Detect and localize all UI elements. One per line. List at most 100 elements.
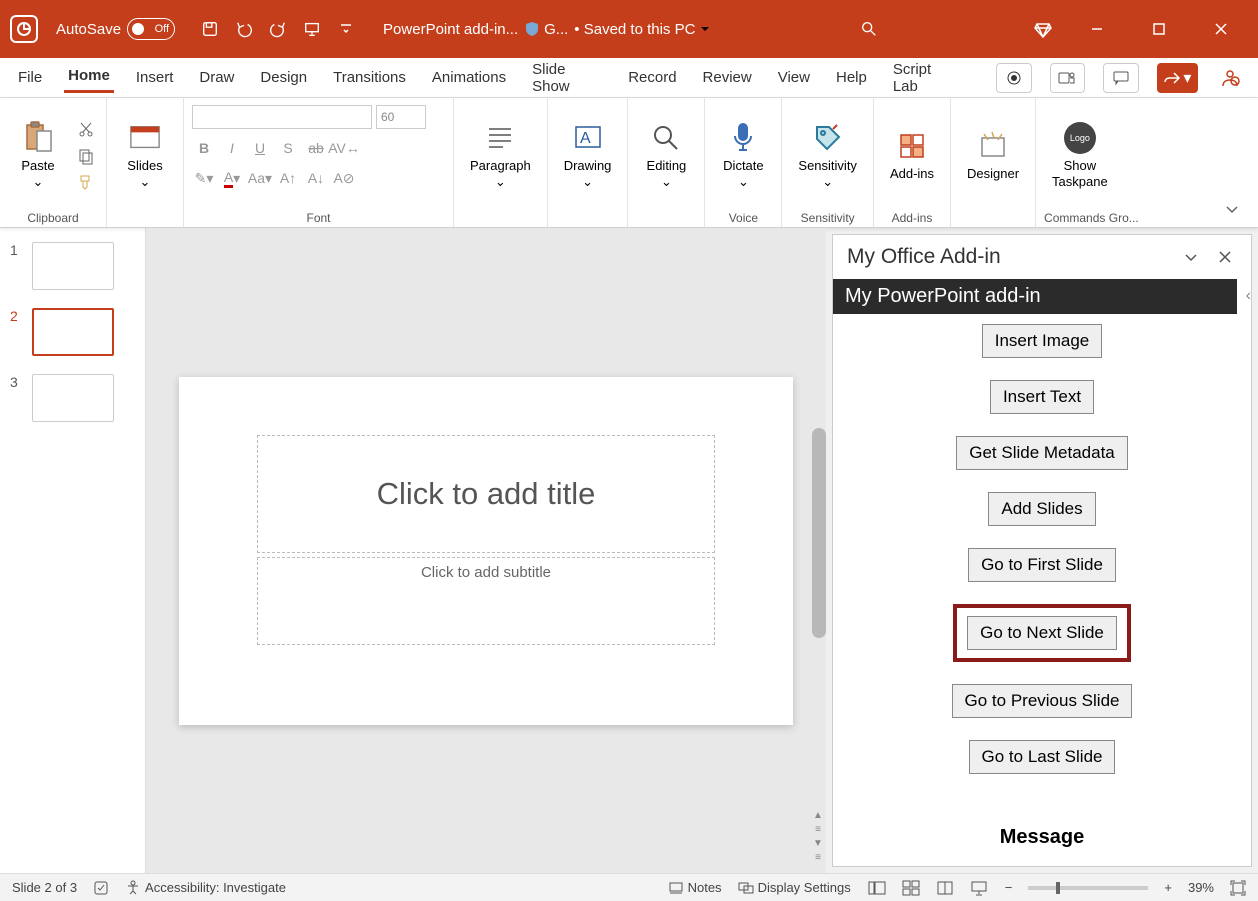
tab-scriptlab[interactable]: Script Lab [889, 57, 960, 99]
designer-icon [977, 130, 1009, 162]
zoom-out-button[interactable]: − [1005, 880, 1013, 895]
paragraph-button[interactable]: Paragraph⌄ [462, 118, 539, 193]
slide-thumb-3[interactable]: 3 [0, 370, 145, 436]
accessibility-button[interactable]: Accessibility: Investigate [125, 880, 286, 896]
redo-icon[interactable] [263, 14, 293, 44]
tab-draw[interactable]: Draw [195, 65, 238, 90]
show-taskpane-button[interactable]: Logo Show Taskpane [1044, 118, 1116, 193]
tab-review[interactable]: Review [699, 65, 756, 90]
maximize-button[interactable] [1144, 14, 1174, 44]
display-icon [738, 881, 754, 895]
ribbon-group-clipboard: Paste⌄ Clipboard [0, 98, 107, 227]
tab-animations[interactable]: Animations [428, 65, 510, 90]
format-painter-icon[interactable] [74, 170, 98, 194]
insert-text-button[interactable]: Insert Text [990, 380, 1094, 414]
clear-format-button[interactable]: A⊘ [332, 167, 356, 189]
slide-thumb-1[interactable]: 1 [0, 238, 145, 304]
font-size-input[interactable]: 60 [376, 105, 426, 129]
tab-insert[interactable]: Insert [132, 65, 178, 90]
tab-record[interactable]: Record [624, 65, 680, 90]
grow-font-button[interactable]: A↑ [276, 167, 300, 189]
spellcheck-button[interactable] [93, 880, 109, 896]
display-settings-button[interactable]: Display Settings [738, 880, 851, 895]
go-previous-slide-button[interactable]: Go to Previous Slide [952, 684, 1133, 718]
zoom-level[interactable]: 39% [1188, 880, 1214, 895]
taskpane-dropdown-icon[interactable] [1179, 245, 1203, 269]
subtitle-placeholder[interactable]: Click to add subtitle [257, 557, 715, 645]
account-icon[interactable] [1216, 68, 1244, 88]
tab-view[interactable]: View [774, 65, 814, 90]
qat-more-icon[interactable] [331, 14, 361, 44]
ribbon-label-editing [636, 209, 696, 225]
nav-up-double-icon[interactable]: ≡ [811, 823, 825, 835]
changecase-button[interactable]: Aa▾ [248, 167, 272, 189]
highlight-button[interactable]: ✎▾ [192, 167, 216, 189]
search-icon[interactable] [854, 14, 884, 44]
share-button[interactable]: ▾ [1157, 63, 1198, 93]
tab-slideshow[interactable]: Slide Show [528, 57, 606, 99]
cut-icon[interactable] [74, 118, 98, 142]
font-name-input[interactable] [192, 105, 372, 129]
taskpane-close-icon[interactable] [1213, 245, 1237, 269]
insert-image-button[interactable]: Insert Image [982, 324, 1103, 358]
get-metadata-button[interactable]: Get Slide Metadata [956, 436, 1128, 470]
reading-view-button[interactable] [935, 879, 955, 897]
slide-thumb-2[interactable]: 2 [0, 304, 145, 370]
tab-design[interactable]: Design [256, 65, 311, 90]
copy-icon[interactable] [74, 144, 98, 168]
logo-icon: Logo [1064, 122, 1096, 154]
go-next-slide-button[interactable]: Go to Next Slide [967, 616, 1117, 650]
normal-view-button[interactable] [867, 879, 887, 897]
save-status[interactable]: • Saved to this PC [574, 21, 711, 38]
tab-file[interactable]: File [14, 65, 46, 90]
go-last-slide-button[interactable]: Go to Last Slide [969, 740, 1116, 774]
undo-icon[interactable] [229, 14, 259, 44]
tab-help[interactable]: Help [832, 65, 871, 90]
notes-button[interactable]: Notes [668, 880, 722, 895]
italic-button[interactable]: I [220, 137, 244, 159]
tag-icon [812, 122, 844, 154]
charspacing-button[interactable]: AV↔ [332, 137, 356, 159]
minimize-button[interactable] [1082, 14, 1112, 44]
editing-button[interactable]: Editing⌄ [636, 118, 696, 193]
slideshow-view-button[interactable] [969, 879, 989, 897]
zoom-in-button[interactable]: + [1164, 880, 1172, 895]
vertical-scrollbar[interactable] [812, 428, 826, 638]
drawing-button[interactable]: A Drawing⌄ [556, 118, 620, 193]
diamond-icon[interactable] [1028, 14, 1058, 44]
present-from-beginning-icon[interactable] [297, 14, 327, 44]
fit-to-window-button[interactable] [1230, 880, 1246, 896]
fontcolor-button[interactable]: A▾ [220, 167, 244, 189]
sensitivity-button[interactable]: Sensitivity⌄ [790, 118, 865, 193]
tab-home[interactable]: Home [64, 63, 114, 93]
nav-up-icon[interactable]: ▲ [811, 809, 825, 821]
tab-transitions[interactable]: Transitions [329, 65, 410, 90]
go-first-slide-button[interactable]: Go to First Slide [968, 548, 1116, 582]
save-icon[interactable] [195, 14, 225, 44]
shrink-font-button[interactable]: A↓ [304, 167, 328, 189]
comments-button[interactable] [1103, 63, 1139, 93]
zoom-slider[interactable] [1028, 886, 1148, 890]
nav-down-double-icon[interactable]: ≡ [811, 851, 825, 863]
dictate-button[interactable]: Dictate⌄ [713, 118, 773, 193]
underline-button[interactable]: U [248, 137, 272, 159]
close-button[interactable] [1206, 14, 1236, 44]
designer-button[interactable]: Designer [959, 126, 1027, 186]
bold-button[interactable]: B [192, 137, 216, 159]
record-button[interactable] [996, 63, 1032, 93]
autosave-toggle[interactable]: Off [127, 18, 175, 40]
slides-button[interactable]: Slides⌄ [115, 118, 175, 193]
collapse-ribbon-icon[interactable] [1224, 201, 1240, 217]
add-slides-button[interactable]: Add Slides [988, 492, 1095, 526]
sorter-view-button[interactable] [901, 879, 921, 897]
addins-button[interactable]: Add-ins [882, 126, 942, 186]
nav-down-icon[interactable]: ▼ [811, 837, 825, 849]
teams-button[interactable] [1050, 63, 1086, 93]
slide-counter[interactable]: Slide 2 of 3 [12, 880, 77, 895]
shadow-button[interactable]: S [276, 137, 300, 159]
paste-button[interactable]: Paste⌄ [8, 118, 68, 193]
slides-icon [129, 122, 161, 154]
slide-canvas[interactable]: Click to add title Click to add subtitle [179, 377, 793, 725]
title-placeholder[interactable]: Click to add title [257, 435, 715, 553]
strike-button[interactable]: ab [304, 137, 328, 159]
